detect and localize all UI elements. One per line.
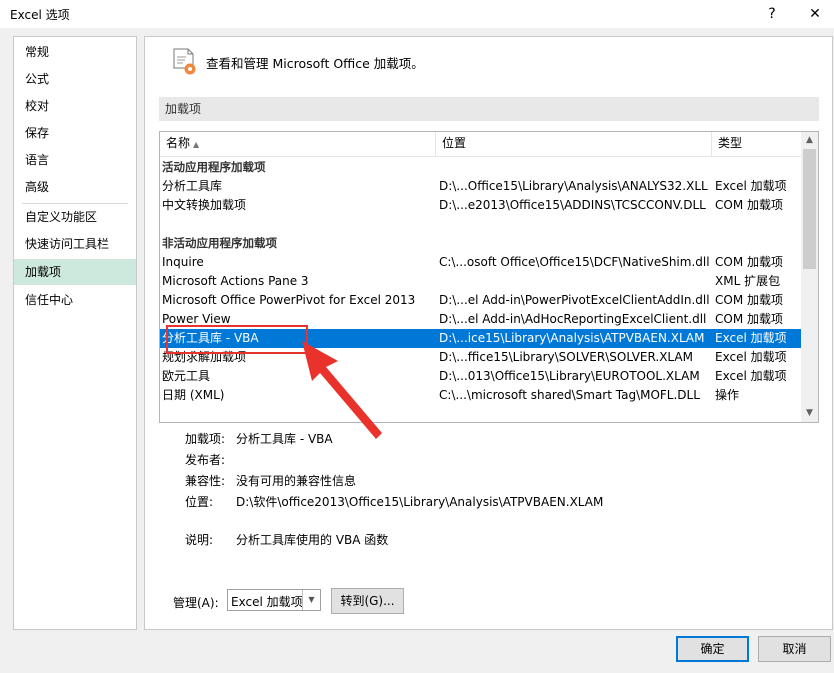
ok-button[interactable]: 确定 [676, 636, 749, 662]
table-row[interactable]: 中文转换加载项 D:\...e2013\Office15\ADDINS\TCSC… [160, 196, 802, 215]
scroll-down-icon[interactable]: ▼ [801, 405, 818, 422]
addins-list[interactable]: 名称 ▲ 位置 类型 活动应用程序加载项 分析工具库 D:\...Office15… [159, 131, 819, 423]
title-bar: Excel 选项 ? ✕ [0, 0, 834, 28]
cell-location: D:\...013\Office15\Library\EUROTOOL.XLAM [439, 369, 700, 383]
detail-addin-label: 加载项: [185, 432, 226, 446]
help-button[interactable]: ? [762, 4, 782, 24]
column-name-label: 名称 [166, 136, 191, 150]
section-title: 加载项 [159, 97, 819, 121]
cell-type: Excel 加载项 [715, 369, 787, 383]
cell-location: C:\...osoft Office\Office15\DCF\NativeSh… [439, 255, 710, 269]
detail-compat-value: 没有可用的兼容性信息 [236, 474, 357, 488]
cell-type: COM 加载项 [715, 312, 783, 326]
cell-type: 操作 [715, 388, 740, 402]
detail-location-value: D:\软件\office2013\Office15\Library\Analys… [236, 495, 604, 509]
dropdown-arrow-icon[interactable]: ▼ [302, 590, 320, 610]
cell-type: XML 扩展包 [715, 274, 781, 288]
cell-type: Excel 加载项 [715, 179, 787, 193]
window-title: Excel 选项 [10, 8, 70, 22]
column-header-type[interactable]: 类型 [712, 132, 802, 156]
cell-name: Microsoft Office PowerPivot for Excel 20… [162, 293, 416, 307]
table-row[interactable]: 欧元工具 D:\...013\Office15\Library\EUROTOOL… [160, 367, 802, 386]
nav-item-customize-ribbon[interactable]: 自定义功能区 [14, 204, 136, 230]
cell-name: Inquire [162, 255, 204, 269]
detail-compat-label: 兼容性: [185, 474, 226, 488]
close-button[interactable]: ✕ [803, 4, 827, 24]
column-header-location[interactable]: 位置 [436, 132, 712, 156]
annotation-arrow-icon [302, 341, 382, 439]
cell-location: C:\...\microsoft shared\Smart Tag\MOFL.D… [439, 388, 700, 402]
column-header-name[interactable]: 名称 ▲ [160, 132, 436, 156]
cell-type: Excel 加载项 [715, 331, 787, 345]
manage-select-value: Excel 加载项 [231, 595, 303, 609]
cell-location: D:\...e2013\Office15\ADDINS\TCSCCONV.DLL [439, 198, 706, 212]
nav-item-formulas[interactable]: 公式 [14, 66, 136, 92]
cell-location: D:\...el Add-in\PowerPivotExcelClientAdd… [439, 293, 710, 307]
cell-location: D:\...Office15\Library\Analysis\ANALYS32… [439, 179, 708, 193]
nav-item-general[interactable]: 常规 [14, 39, 136, 65]
cell-type: COM 加载项 [715, 293, 783, 307]
cancel-button[interactable]: 取消 [758, 636, 831, 662]
table-row[interactable]: Microsoft Actions Pane 3 XML 扩展包 [160, 272, 802, 291]
detail-location-label: 位置: [185, 495, 214, 509]
cell-location: D:\...ffice15\Library\SOLVER\SOLVER.XLAM [439, 350, 693, 364]
table-row[interactable]: 日期 (XML) C:\...\microsoft shared\Smart T… [160, 386, 802, 405]
panel-header: 查看和管理 Microsoft Office 加载项。 [206, 56, 424, 71]
manage-select[interactable]: Excel 加载项 ▼ [227, 589, 321, 611]
options-nav: 常规 公式 校对 保存 语言 高级 自定义功能区 快速访问工具栏 加载项 信任中… [13, 36, 137, 630]
goto-button[interactable]: 转到(G)... [331, 588, 404, 614]
cell-location: D:\...el Add-in\AdHocReportingExcelClien… [439, 312, 707, 326]
manage-label: 管理(A): [173, 596, 219, 610]
nav-item-language[interactable]: 语言 [14, 147, 136, 173]
cell-type: COM 加载项 [715, 198, 783, 212]
table-row[interactable]: Inquire C:\...osoft Office\Office15\DCF\… [160, 253, 802, 272]
annotation-highlight-box [166, 325, 308, 354]
nav-item-proofing[interactable]: 校对 [14, 93, 136, 119]
nav-item-trust-center[interactable]: 信任中心 [14, 287, 136, 313]
nav-item-addins[interactable]: 加载项 [14, 259, 136, 285]
cell-name: 分析工具库 [162, 179, 223, 193]
list-scrollbar[interactable]: ▲ ▼ [801, 132, 818, 422]
detail-desc-value: 分析工具库使用的 VBA 函数 [236, 533, 389, 547]
nav-item-advanced[interactable]: 高级 [14, 174, 136, 200]
cell-type: COM 加载项 [715, 255, 783, 269]
cell-type: Excel 加载项 [715, 350, 787, 364]
detail-desc-label: 说明: [185, 533, 214, 547]
cell-name: 中文转换加载项 [162, 198, 247, 212]
cell-name: Microsoft Actions Pane 3 [162, 274, 309, 288]
nav-item-save[interactable]: 保存 [14, 120, 136, 146]
cell-location: D:\...ice15\Library\Analysis\ATPVBAEN.XL… [439, 331, 705, 345]
scroll-thumb[interactable] [803, 149, 816, 269]
scroll-up-icon[interactable]: ▲ [801, 132, 818, 149]
nav-item-quick-access[interactable]: 快速访问工具栏 [14, 231, 136, 257]
group-active-title: 活动应用程序加载项 [162, 160, 266, 174]
table-row[interactable]: Microsoft Office PowerPivot for Excel 20… [160, 291, 802, 310]
group-inactive-title: 非活动应用程序加载项 [162, 236, 277, 250]
addins-gear-icon [173, 48, 196, 75]
detail-publisher-label: 发布者: [185, 453, 226, 467]
sort-up-icon: ▲ [193, 140, 200, 149]
table-row[interactable]: 分析工具库 D:\...Office15\Library\Analysis\AN… [160, 177, 802, 196]
